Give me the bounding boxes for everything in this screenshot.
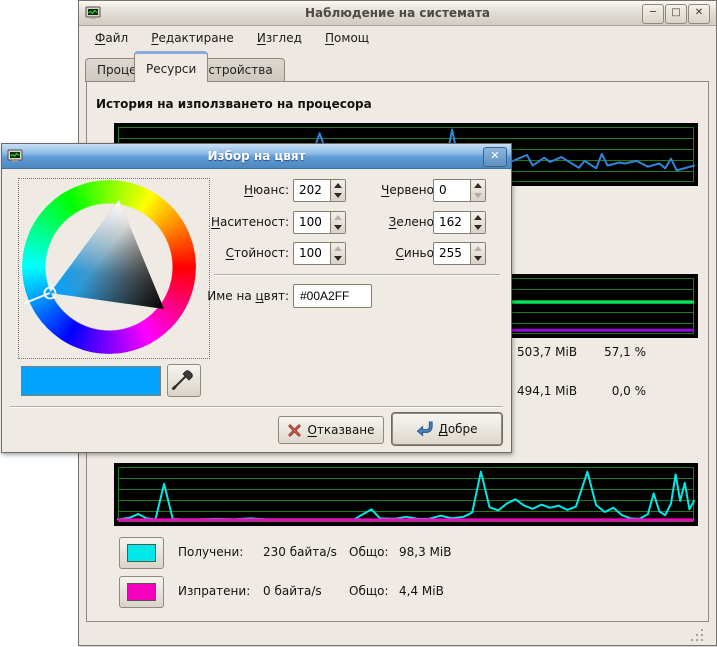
received-color-button[interactable] [119, 537, 164, 569]
memory-total-value: 503,7 MiB [517, 345, 577, 359]
tab-bar: Процеси Ресурси Устройства [79, 52, 716, 82]
green-spin-buttons[interactable] [470, 212, 485, 233]
red-label: Червено: [357, 179, 438, 202]
close-icon: ✕ [695, 7, 703, 18]
saturation-spin-buttons[interactable] [330, 212, 345, 233]
dialog-titlebar[interactable]: Избор на цвят ✕ [2, 144, 511, 169]
blue-spin-buttons[interactable] [470, 243, 485, 264]
value-label: Стойност: [207, 242, 289, 265]
maximize-button[interactable]: □ [665, 4, 687, 24]
sent-label: Изпратени: [178, 584, 250, 598]
eyedropper-button[interactable] [167, 364, 201, 397]
tab-resources[interactable]: Ресурси [134, 51, 208, 82]
ok-label: Добре [438, 422, 477, 436]
saturation-value[interactable]: 100 [299, 212, 322, 233]
blue-label: Синьо: [357, 242, 438, 265]
sent-total-label: Общо: [349, 584, 389, 598]
received-total-label: Общо: [349, 545, 389, 559]
menu-help[interactable]: Помощ [316, 26, 378, 49]
menu-file[interactable]: Файл [86, 26, 137, 49]
received-label: Получени: [178, 545, 243, 559]
saturation-spinner[interactable]: 100 [293, 211, 346, 234]
cancel-x-icon [287, 423, 302, 438]
hue-value[interactable]: 202 [299, 180, 322, 201]
red-spinner[interactable]: 0 [433, 179, 486, 202]
value-spin-buttons[interactable] [330, 243, 345, 264]
swap-percent-value: 0,0 % [586, 384, 646, 398]
received-color-swatch [127, 544, 156, 562]
separator [214, 274, 500, 276]
color-selection-dialog: Избор на цвят ✕ [1, 143, 512, 453]
red-spin-buttons[interactable] [470, 180, 485, 201]
menubar: Файл Редактиране Изглед Помощ [79, 26, 716, 52]
green-label: Зелено: [357, 211, 438, 234]
spin-down-icon[interactable] [334, 193, 342, 198]
swap-total-value: 494,1 MiB [517, 384, 577, 398]
saturation-value-triangle[interactable] [19, 179, 209, 358]
menu-view[interactable]: Изглед [248, 26, 311, 49]
close-button[interactable]: ✕ [688, 4, 710, 24]
selected-color-preview [21, 366, 161, 396]
sent-color-swatch [127, 583, 156, 601]
eyedropper-icon [168, 365, 198, 394]
color-name-label: Име на цвят: [202, 285, 289, 308]
spin-down-icon[interactable] [334, 225, 342, 230]
ok-return-arrow-icon [416, 421, 433, 437]
spin-up-icon [334, 246, 342, 251]
green-value[interactable]: 162 [439, 212, 462, 233]
green-spinner[interactable]: 162 [433, 211, 486, 234]
sent-total: 4,4 MiB [399, 584, 444, 598]
cancel-button[interactable]: Отказване [278, 416, 384, 444]
blue-value[interactable]: 255 [439, 243, 462, 264]
spin-down-icon[interactable] [474, 225, 482, 230]
ok-button[interactable]: Добре [392, 413, 502, 445]
menu-edit[interactable]: Редактиране [142, 26, 243, 49]
resize-grip[interactable] [690, 628, 706, 643]
value-value[interactable]: 100 [299, 243, 322, 264]
hue-label: Нюанс: [207, 179, 289, 202]
spin-up-icon[interactable] [474, 183, 482, 188]
received-total: 98,3 MiB [399, 545, 451, 559]
dialog-title: Избор на цвят [2, 144, 511, 168]
sent-color-button[interactable] [119, 576, 164, 608]
red-value[interactable]: 0 [439, 180, 447, 201]
close-icon: ✕ [490, 149, 499, 162]
spin-down-icon[interactable] [474, 256, 482, 261]
memory-percent-value: 57,1 % [586, 345, 646, 359]
minimize-icon: ─ [650, 7, 656, 18]
cancel-label: Отказване [307, 423, 374, 437]
sent-rate: 0 байта/s [263, 584, 322, 598]
spin-down-icon[interactable] [334, 256, 342, 261]
window-title: Наблюдение на системата [79, 1, 716, 25]
hue-wheel-widget[interactable] [18, 178, 210, 359]
separator [10, 406, 503, 408]
maximize-icon: □ [671, 7, 680, 18]
spin-up-icon [334, 215, 342, 220]
spin-down-icon [474, 193, 482, 198]
received-rate: 230 байта/s [263, 545, 337, 559]
spin-up-icon[interactable] [334, 183, 342, 188]
dialog-close-button[interactable]: ✕ [483, 147, 507, 167]
color-name-input[interactable] [293, 284, 372, 308]
hue-spin-buttons[interactable] [330, 180, 345, 201]
saturation-label: Наситеност: [207, 211, 289, 234]
screen: Наблюдение на системата ─ □ ✕ Файл Редак… [0, 0, 717, 647]
spin-up-icon [474, 246, 482, 251]
blue-spinner[interactable]: 255 [433, 242, 486, 265]
cpu-history-title: История на използването на процесора [96, 97, 372, 111]
main-titlebar[interactable]: Наблюдение на системата ─ □ ✕ [79, 1, 716, 26]
minimize-button[interactable]: ─ [642, 4, 664, 24]
hue-spinner[interactable]: 202 [293, 179, 346, 202]
spin-up-icon[interactable] [474, 215, 482, 220]
value-spinner[interactable]: 100 [293, 242, 346, 265]
network-history-chart [114, 463, 698, 526]
